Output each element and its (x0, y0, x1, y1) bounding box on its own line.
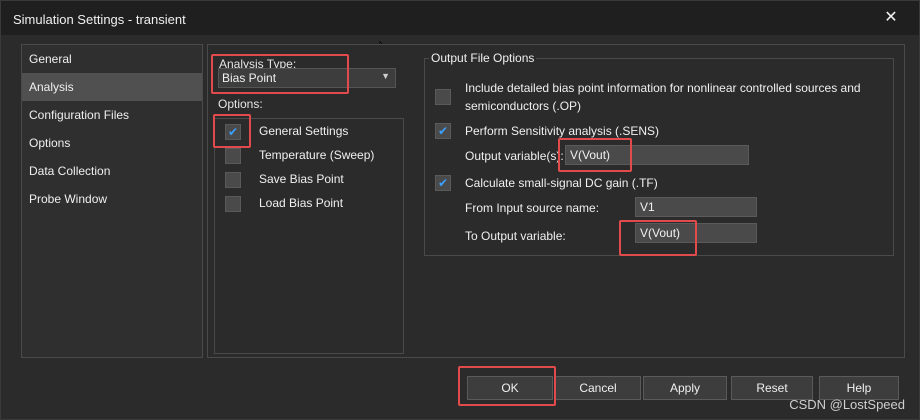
checkbox-save-bias-point[interactable] (225, 172, 241, 188)
output-variables-input[interactable]: V(Vout) (565, 145, 749, 165)
from-input-field[interactable]: V1 (635, 197, 757, 217)
cancel-button[interactable]: Cancel (555, 376, 641, 400)
include-detailed-label-line2: semiconductors (.OP) (465, 99, 582, 113)
nav-item-configuration-files[interactable]: Configuration Files (22, 101, 202, 129)
option-label: Save Bias Point (259, 172, 344, 186)
checkbox-dc-gain[interactable]: ✔ (435, 175, 451, 191)
checkbox-load-bias-point[interactable] (225, 196, 241, 212)
apply-button[interactable]: Apply (643, 376, 727, 400)
option-label: General Settings (259, 124, 349, 138)
nav-item-general[interactable]: General (22, 45, 202, 73)
chevron-down-icon: ▼ (381, 71, 390, 81)
group-title: Output File Options (429, 51, 537, 65)
to-output-field[interactable]: V(Vout) (635, 223, 757, 243)
output-file-options-group: Output File Options Include detailed bia… (424, 51, 894, 256)
output-variables-label: Output variable(s): (465, 149, 564, 163)
settings-nav-list: General Analysis Configuration Files Opt… (21, 44, 203, 358)
watermark-text: CSDN @LostSpeed (789, 397, 905, 412)
title-bar: Simulation Settings - transient ✕ (1, 1, 919, 35)
checkbox-sensitivity[interactable]: ✔ (435, 123, 451, 139)
close-icon[interactable]: ✕ (881, 8, 901, 28)
analysis-type-select[interactable]: Bias Point ▼ (218, 68, 396, 88)
include-detailed-label-line1: Include detailed bias point information … (465, 81, 861, 95)
checkbox-general-settings[interactable]: ✔ (225, 124, 241, 140)
checkbox-include-detailed[interactable] (435, 89, 451, 105)
analysis-type-value: Bias Point (222, 71, 277, 85)
from-input-label: From Input source name: (465, 201, 600, 215)
to-output-label: To Output variable: (465, 229, 566, 243)
option-label: Temperature (Sweep) (259, 148, 375, 162)
checkbox-temperature-sweep[interactable] (225, 148, 241, 164)
options-list: ✔ General Settings Temperature (Sweep) S… (214, 118, 404, 354)
nav-item-probe-window[interactable]: Probe Window (22, 185, 202, 213)
option-label: Load Bias Point (259, 196, 344, 210)
nav-item-options[interactable]: Options (22, 129, 202, 157)
analysis-panel: Analysis Type: Bias Point ▼ Options: ✔ G… (207, 44, 905, 358)
simulation-settings-dialog: Simulation Settings - transient ✕ Genera… (0, 0, 920, 420)
nav-item-analysis[interactable]: Analysis (22, 73, 202, 101)
window-title: Simulation Settings - transient (13, 12, 186, 27)
options-label: Options: (218, 97, 263, 111)
ok-button[interactable]: OK (467, 376, 553, 400)
sensitivity-label: Perform Sensitivity analysis (.SENS) (465, 124, 660, 138)
dc-gain-label: Calculate small-signal DC gain (.TF) (465, 176, 658, 190)
nav-item-data-collection[interactable]: Data Collection (22, 157, 202, 185)
